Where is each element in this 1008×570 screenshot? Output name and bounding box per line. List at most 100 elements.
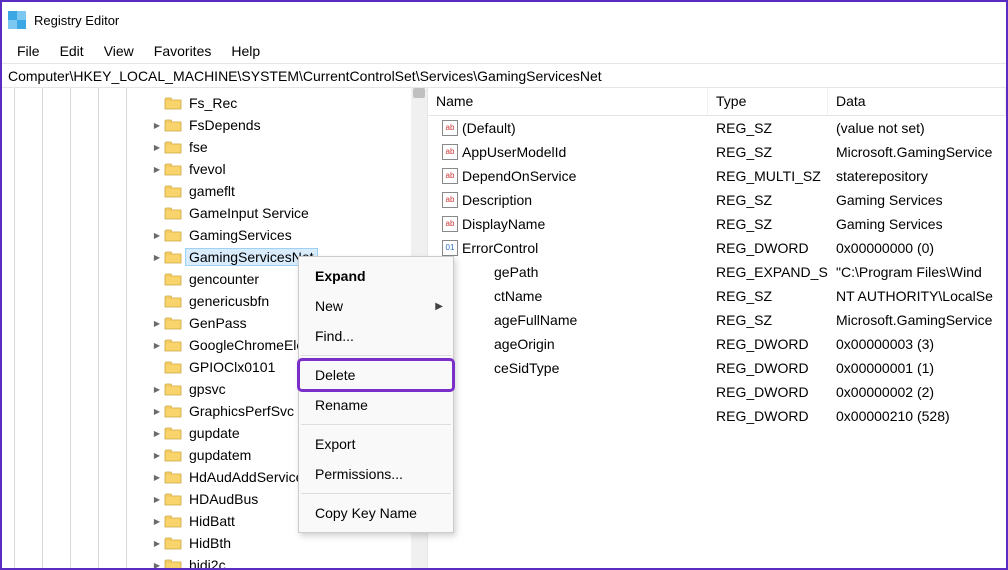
expander-icon[interactable]: ▶: [150, 319, 164, 328]
expander-icon[interactable]: ▶: [150, 407, 164, 416]
context-menu-item-copy-key-name[interactable]: Copy Key Name: [299, 498, 453, 528]
expander-icon[interactable]: ▶: [150, 451, 164, 460]
context-menu-item-find-[interactable]: Find...: [299, 321, 453, 351]
value-name-cell: abDisplayName: [428, 215, 708, 233]
value-row[interactable]: abgePathREG_EXPAND_SZ"C:\Program Files\W…: [428, 260, 1006, 284]
address-bar[interactable]: Computer\HKEY_LOCAL_MACHINE\SYSTEM\Curre…: [2, 64, 1006, 88]
tree-node-label: gameflt: [185, 182, 239, 200]
value-name: ErrorControl: [462, 240, 538, 256]
context-menu-label: Find...: [315, 328, 354, 344]
expander-icon[interactable]: ▶: [150, 495, 164, 504]
expander-icon[interactable]: ▶: [150, 231, 164, 240]
expander-icon[interactable]: ▶: [150, 165, 164, 174]
column-header-type[interactable]: Type: [708, 88, 828, 115]
folder-icon: [164, 360, 182, 374]
folder-icon: [164, 492, 182, 506]
value-row[interactable]: abDescriptionREG_SZGaming Services: [428, 188, 1006, 212]
context-menu-item-new[interactable]: New▶: [299, 291, 453, 321]
context-menu-item-delete[interactable]: Delete: [299, 360, 453, 390]
folder-icon: [164, 228, 182, 242]
value-data: Microsoft.GamingService: [828, 311, 1006, 329]
folder-icon: [164, 96, 182, 110]
expander-icon[interactable]: ▶: [150, 253, 164, 262]
column-header-data[interactable]: Data: [828, 88, 1006, 115]
tree-node[interactable]: ▶FsDepends: [146, 114, 427, 136]
menu-item-help[interactable]: Help: [221, 40, 270, 62]
value-row[interactable]: abDependOnServiceREG_MULTI_SZstatereposi…: [428, 164, 1006, 188]
value-name-cell: abgePath: [428, 263, 708, 281]
value-type: REG_EXPAND_SZ: [708, 263, 828, 281]
value-data: Gaming Services: [828, 191, 1006, 209]
expander-icon[interactable]: ▶: [150, 121, 164, 130]
context-menu-item-export[interactable]: Export: [299, 429, 453, 459]
value-row[interactable]: 01StartREG_DWORD0x00000002 (2): [428, 380, 1006, 404]
tree-node[interactable]: ▶fse: [146, 136, 427, 158]
menu-item-edit[interactable]: Edit: [50, 40, 94, 62]
folder-icon: [164, 140, 182, 154]
string-value-icon: ab: [442, 168, 458, 184]
tree-node[interactable]: Fs_Rec: [146, 92, 427, 114]
value-name-cell: abAppUserModelId: [428, 143, 708, 161]
address-path: Computer\HKEY_LOCAL_MACHINE\SYSTEM\Curre…: [8, 68, 602, 84]
column-header-name[interactable]: Name: [428, 88, 708, 115]
folder-icon: [164, 448, 182, 462]
context-menu-item-permissions-[interactable]: Permissions...: [299, 459, 453, 489]
value-row[interactable]: abAppUserModelIdREG_SZMicrosoft.GamingSe…: [428, 140, 1006, 164]
values-header: Name Type Data: [428, 88, 1006, 116]
value-row[interactable]: 01ageOriginREG_DWORD0x00000003 (3): [428, 332, 1006, 356]
string-value-icon: ab: [442, 120, 458, 136]
value-row[interactable]: 01ceSidTypeREG_DWORD0x00000001 (1): [428, 356, 1006, 380]
expander-icon[interactable]: ▶: [150, 385, 164, 394]
value-name: ceSidType: [494, 360, 559, 376]
context-menu-item-expand[interactable]: Expand: [299, 261, 453, 291]
value-row[interactable]: abctNameREG_SZNT AUTHORITY\LocalSe: [428, 284, 1006, 308]
value-row[interactable]: abageFullNameREG_SZMicrosoft.GamingServi…: [428, 308, 1006, 332]
value-type: REG_SZ: [708, 119, 828, 137]
tree-node-label: HdAudAddService: [185, 468, 307, 486]
expander-icon[interactable]: ▶: [150, 143, 164, 152]
expander-icon[interactable]: ▶: [150, 517, 164, 526]
tree-node-label: hidi2c: [185, 556, 230, 568]
value-row[interactable]: abDisplayNameREG_SZGaming Services: [428, 212, 1006, 236]
scrollbar-thumb[interactable]: [413, 88, 425, 98]
tree-node[interactable]: ▶fvevol: [146, 158, 427, 180]
tree-node[interactable]: ▶ hidi2c: [146, 554, 427, 568]
value-data: Microsoft.GamingService: [828, 143, 1006, 161]
expander-icon[interactable]: ▶: [150, 561, 164, 569]
submenu-arrow-icon: ▶: [435, 301, 443, 312]
value-name-cell: abDependOnService: [428, 167, 708, 185]
value-type: REG_DWORD: [708, 335, 828, 353]
tree-node[interactable]: ▶GamingServices: [146, 224, 427, 246]
value-row[interactable]: 01ErrorControlREG_DWORD0x00000000 (0): [428, 236, 1006, 260]
context-menu-label: Copy Key Name: [315, 505, 417, 521]
tree-node[interactable]: ▶HidBth: [146, 532, 427, 554]
value-name-cell: 01ErrorControl: [428, 239, 708, 257]
value-name: ageOrigin: [494, 336, 555, 352]
menu-separator: [301, 424, 451, 425]
expander-icon[interactable]: ▶: [150, 429, 164, 438]
expander-icon[interactable]: ▶: [150, 539, 164, 548]
expander-icon[interactable]: ▶: [150, 341, 164, 350]
value-name: gePath: [494, 264, 538, 280]
value-data: 0x00000002 (2): [828, 383, 1006, 401]
context-menu-label: Expand: [315, 268, 366, 284]
value-data: 0x00000003 (3): [828, 335, 1006, 353]
tree-node[interactable]: gameflt: [146, 180, 427, 202]
value-row[interactable]: 01TypeREG_DWORD0x00000210 (528): [428, 404, 1006, 428]
menu-item-file[interactable]: File: [7, 40, 50, 62]
tree-node-label: HDAudBus: [185, 490, 262, 508]
menu-item-favorites[interactable]: Favorites: [144, 40, 222, 62]
tree-node-label: gencounter: [185, 270, 263, 288]
tree-node-label: GenPass: [185, 314, 251, 332]
value-data: staterepository: [828, 167, 1006, 185]
context-menu-item-rename[interactable]: Rename: [299, 390, 453, 420]
expander-icon[interactable]: ▶: [150, 473, 164, 482]
menu-item-view[interactable]: View: [94, 40, 144, 62]
tree-node[interactable]: GameInput Service: [146, 202, 427, 224]
value-data: 0x00000210 (528): [828, 407, 1006, 425]
value-name-cell: 01ceSidType: [428, 359, 708, 377]
value-name: Description: [462, 192, 532, 208]
value-row[interactable]: ab(Default)REG_SZ(value not set): [428, 116, 1006, 140]
value-type: REG_MULTI_SZ: [708, 167, 828, 185]
value-data: "C:\Program Files\Wind: [828, 263, 1006, 281]
